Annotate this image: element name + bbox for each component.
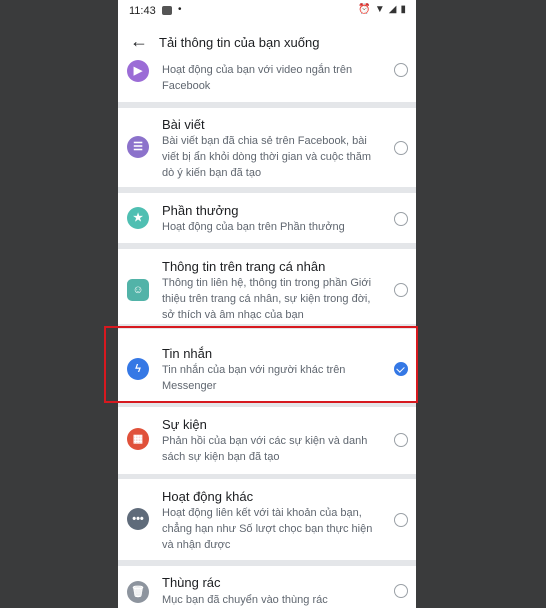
battery-icon: ▮ <box>400 4 406 15</box>
status-dot: • <box>178 4 182 15</box>
back-arrow-icon[interactable]: ← <box>130 32 148 50</box>
page-title: Tải thông tin của bạn xuống <box>159 35 320 50</box>
checkbox-trash[interactable] <box>394 584 408 598</box>
item-title: Thông tin trên trang cá nhân <box>162 259 326 274</box>
profile-icon: ☺ <box>127 279 149 301</box>
video-icon: ▶ <box>127 60 149 82</box>
status-icons: ⏰ ▼ ◢ ▮ <box>358 4 406 15</box>
calendar-icon: ▦ <box>127 428 149 450</box>
list-item-trash[interactable]: 🗑 Thùng rác Mục bạn đã chuyển vào thùng … <box>118 566 416 608</box>
item-title: Hoạt động khác <box>162 489 254 504</box>
alarm-icon: ⏰ <box>358 4 371 15</box>
highlight-box <box>104 326 418 403</box>
more-icon: ••• <box>127 508 149 530</box>
item-desc: Bài viết bạn đã chia sẻ trên Facebook, b… <box>162 135 372 179</box>
item-desc: Hoạt động của bạn trên Phần thưởng <box>162 221 345 233</box>
status-time: 11:43 <box>129 5 156 17</box>
checkbox-video[interactable] <box>394 63 408 77</box>
trash-icon: 🗑 <box>127 581 149 603</box>
list-item-video[interactable]: ▶ Hoạt động của bạn với video ngắn trên … <box>118 60 416 102</box>
item-title: Thùng rác <box>162 575 221 590</box>
checkbox-rewards[interactable] <box>394 212 408 226</box>
app-header: ← Tải thông tin của bạn xuống <box>118 24 416 60</box>
item-desc: Phản hồi của bạn với các sự kiện và danh… <box>162 435 368 463</box>
checkbox-profile[interactable] <box>394 283 408 297</box>
item-title: Sự kiện <box>162 417 207 432</box>
list-item-other-activity[interactable]: ••• Hoạt động khác Hoạt động liên kết vớ… <box>118 479 416 560</box>
wifi-icon: ▼ <box>374 4 385 15</box>
item-title: Phần thưởng <box>162 203 239 218</box>
post-icon: ☰ <box>127 136 149 158</box>
checkbox-other-activity[interactable] <box>394 513 408 527</box>
star-icon: ★ <box>127 207 149 229</box>
item-desc: Mục bạn đã chuyển vào thùng rác <box>162 594 328 606</box>
item-title: Bài viết <box>162 117 205 132</box>
checkbox-events[interactable] <box>394 433 408 447</box>
list-item-rewards[interactable]: ★ Phần thưởng Hoạt động của bạn trên Phầ… <box>118 193 416 243</box>
list-item-profile[interactable]: ☺ Thông tin trên trang cá nhân Thông tin… <box>118 249 416 324</box>
checkbox-posts[interactable] <box>394 141 408 155</box>
signal-icon: ◢ <box>388 4 397 15</box>
item-desc: Hoạt động của bạn với video ngắn trên Fa… <box>162 64 353 92</box>
list-item-events[interactable]: ▦ Sự kiện Phản hồi của bạn với các sự ki… <box>118 407 416 474</box>
phone-screen: 11:43 • ⏰ ▼ ◢ ▮ ← Tải thông tin của bạn … <box>118 0 416 608</box>
item-desc: Hoạt động liên kết với tài khoản của bạn… <box>162 507 373 551</box>
notification-icon <box>162 6 172 15</box>
item-desc: Thông tin liên hệ, thông tin trong phần … <box>162 277 372 321</box>
status-bar: 11:43 • ⏰ ▼ ◢ ▮ <box>118 0 416 24</box>
list-item-posts[interactable]: ☰ Bài viết Bài viết bạn đã chia sẻ trên … <box>118 108 416 187</box>
